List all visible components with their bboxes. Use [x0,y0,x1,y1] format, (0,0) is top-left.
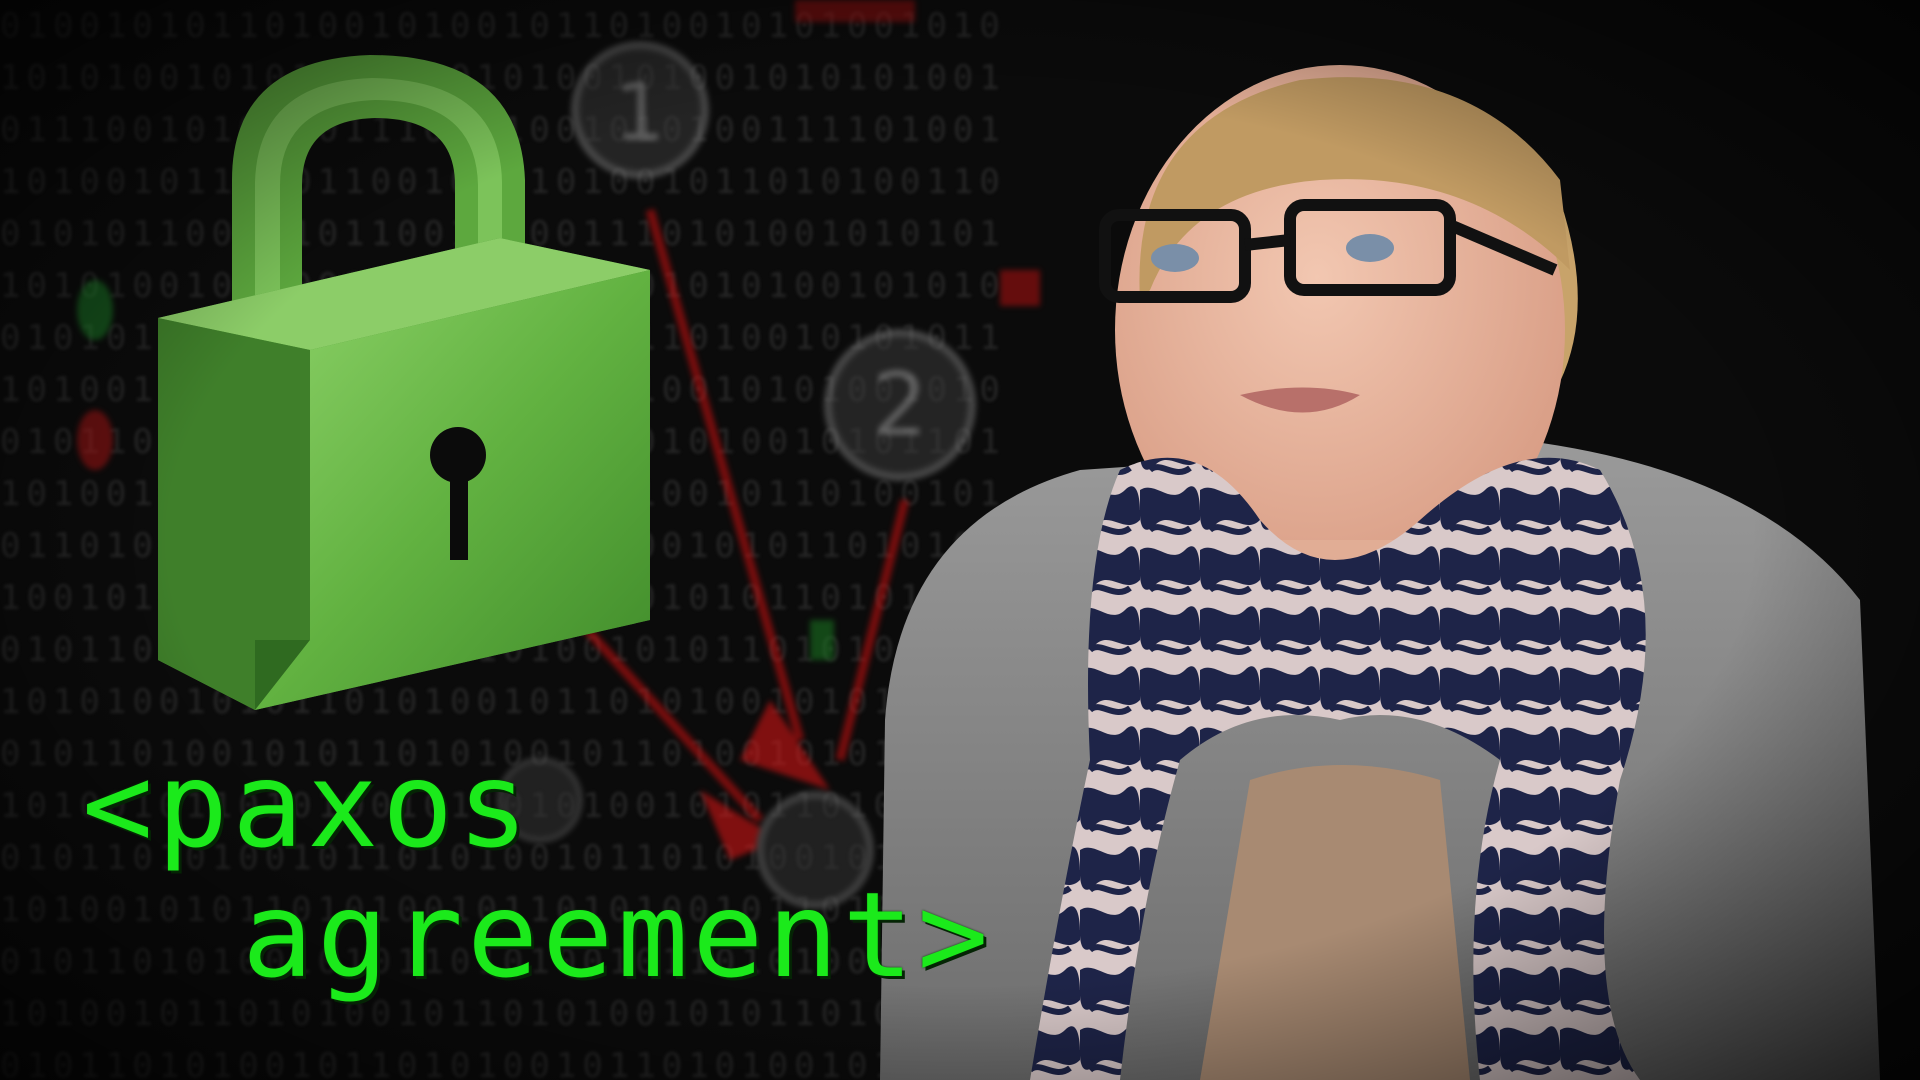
video-thumbnail: 01001010110100101001011010010101001010 1… [0,0,1920,1080]
video-title: <paxos agreement> [82,740,992,1000]
title-line-1: <paxos [82,736,533,874]
title-line-2: agreement> [242,866,993,1004]
